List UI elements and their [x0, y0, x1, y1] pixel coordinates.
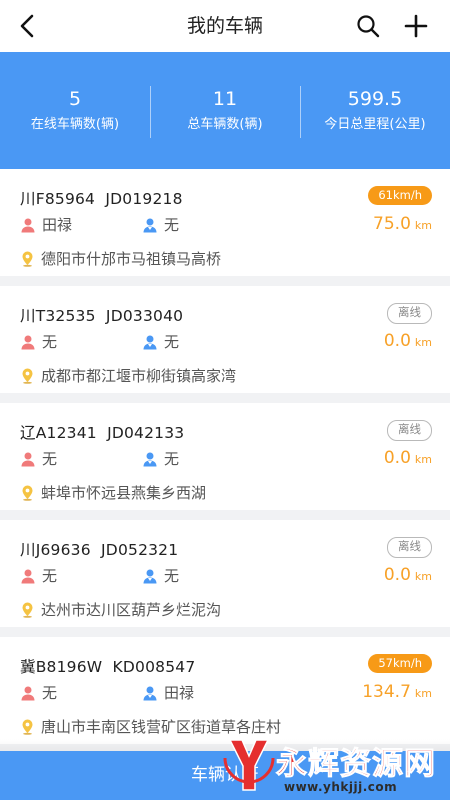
- mileage-value: 75.0: [373, 214, 411, 234]
- mileage-value: 134.7: [362, 682, 411, 702]
- driver-icon: [21, 335, 35, 349]
- vehicle-certification-button[interactable]: 车辆认证: [0, 739, 450, 800]
- driver-icon: [21, 686, 35, 700]
- driver-name: 无: [42, 450, 58, 468]
- vehicle-plate: 辽A12341 JD042133: [20, 424, 185, 442]
- vehicle-location: 达州市达川区葫芦乡烂泥沟: [20, 599, 221, 620]
- driver-info: 无: [20, 565, 57, 586]
- vehicle-plate: 川F85964 JD019218: [20, 190, 183, 208]
- location-text: 达州市达川区葫芦乡烂泥沟: [41, 601, 222, 619]
- mileage: 75.0 km: [373, 214, 432, 234]
- escort-name: 田禄: [164, 684, 195, 702]
- vehicle-location: 蚌埠市怀远县燕集乡西湖: [20, 482, 206, 503]
- escort-name: 无: [164, 216, 180, 234]
- driver-icon: [21, 569, 35, 583]
- nav-bar: 我的车辆: [0, 0, 450, 52]
- offline-badge: 离线: [387, 537, 432, 558]
- escort-icon: [143, 452, 157, 466]
- vehicle-plate: 川J69636 JD052321: [20, 541, 179, 559]
- speed-badge: 57km/h: [368, 654, 432, 673]
- vehicle-card[interactable]: 川J69636 JD052321 离线 无 无 0.0 km 达州市达川区葫芦乡烂…: [0, 520, 450, 627]
- vehicle-list: 川F85964 JD019218 61km/h 田禄 无 75.0 km 德阳市什…: [0, 169, 450, 754]
- vehicle-location: 唐山市丰南区钱营矿区街道草各庄村: [20, 716, 281, 737]
- mileage-value: 0.0: [383, 448, 411, 468]
- add-icon[interactable]: [402, 12, 430, 40]
- driver-info: 无: [20, 331, 57, 352]
- location-text: 德阳市什邡市马祖镇马高桥: [41, 250, 222, 268]
- mileage-value: 0.0: [383, 565, 411, 585]
- vehicle-location: 成都市都江堰市柳街镇高家湾: [20, 365, 236, 386]
- vehicle-card[interactable]: 川T32535 JD033040 离线 无 无 0.0 km 成都市都江堰市柳街镇…: [0, 286, 450, 393]
- driver-name: 无: [42, 567, 58, 585]
- escort-info: 无: [142, 448, 179, 469]
- location-text: 唐山市丰南区钱营矿区街道草各庄村: [41, 718, 282, 736]
- escort-icon: [143, 569, 157, 583]
- location-text: 成都市都江堰市柳街镇高家湾: [41, 367, 237, 385]
- total-count-label: 总车辆数(辆): [187, 116, 263, 132]
- mileage-unit: km: [414, 570, 432, 583]
- driver-name: 无: [42, 333, 58, 351]
- driver-info: 无: [20, 448, 57, 469]
- vehicle-plate: 冀B8196W KD008547: [20, 658, 196, 676]
- driver-name: 田禄: [42, 216, 73, 234]
- vehicle-card[interactable]: 辽A12341 JD042133 离线 无 无 0.0 km 蚌埠市怀远县燕集乡西…: [0, 403, 450, 510]
- offline-badge: 离线: [387, 420, 432, 441]
- mileage: 0.0 km: [384, 565, 432, 585]
- mileage-unit: km: [414, 219, 432, 232]
- summary-panel: 5 在线车辆数(辆) 11 总车辆数(辆) 599.5 今日总里程(公里): [0, 52, 450, 169]
- total-count-value: 11: [212, 87, 238, 110]
- today-mileage-value: 599.5: [347, 87, 403, 110]
- location-pin-icon: [22, 602, 33, 618]
- escort-icon: [143, 218, 157, 232]
- online-count-stat: 5 在线车辆数(辆): [0, 86, 150, 136]
- location-pin-icon: [22, 485, 33, 501]
- escort-icon: [143, 335, 157, 349]
- search-icon[interactable]: [354, 12, 382, 40]
- mileage: 134.7 km: [362, 682, 432, 702]
- driver-icon: [21, 218, 35, 232]
- escort-name: 无: [164, 450, 180, 468]
- mileage: 0.0 km: [384, 331, 432, 351]
- online-count-value: 5: [68, 87, 82, 110]
- escort-name: 无: [164, 333, 180, 351]
- escort-name: 无: [164, 567, 180, 585]
- mileage-unit: km: [414, 336, 432, 349]
- driver-info: 田禄: [20, 214, 72, 235]
- online-count-label: 在线车辆数(辆): [30, 116, 120, 132]
- speed-badge: 61km/h: [368, 186, 432, 205]
- vehicle-card[interactable]: 川F85964 JD019218 61km/h 田禄 无 75.0 km 德阳市什…: [0, 169, 450, 276]
- vehicle-location: 德阳市什邡市马祖镇马高桥: [20, 248, 221, 269]
- location-pin-icon: [22, 368, 33, 384]
- today-mileage-stat: 599.5 今日总里程(公里): [300, 85, 450, 138]
- driver-icon: [21, 452, 35, 466]
- driver-info: 无: [20, 682, 57, 703]
- mileage-unit: km: [414, 453, 432, 466]
- escort-icon: [143, 686, 157, 700]
- total-count-stat: 11 总车辆数(辆): [150, 85, 300, 138]
- escort-info: 田禄: [142, 682, 194, 703]
- mileage: 0.0 km: [384, 448, 432, 468]
- page-title: 我的车辆: [186, 15, 263, 37]
- today-mileage-label: 今日总里程(公里): [324, 116, 426, 132]
- mileage-value: 0.0: [383, 331, 411, 351]
- vehicle-plate: 川T32535 JD033040: [20, 307, 184, 325]
- mileage-unit: km: [414, 687, 432, 700]
- escort-info: 无: [142, 565, 179, 586]
- vehicle-card[interactable]: 冀B8196W KD008547 57km/h 无 田禄 134.7 km 唐山市…: [0, 637, 450, 744]
- location-pin-icon: [22, 719, 33, 735]
- escort-info: 无: [142, 331, 179, 352]
- location-text: 蚌埠市怀远县燕集乡西湖: [41, 484, 207, 502]
- escort-info: 无: [142, 214, 179, 235]
- offline-badge: 离线: [387, 303, 432, 324]
- driver-name: 无: [42, 684, 58, 702]
- location-pin-icon: [22, 251, 33, 267]
